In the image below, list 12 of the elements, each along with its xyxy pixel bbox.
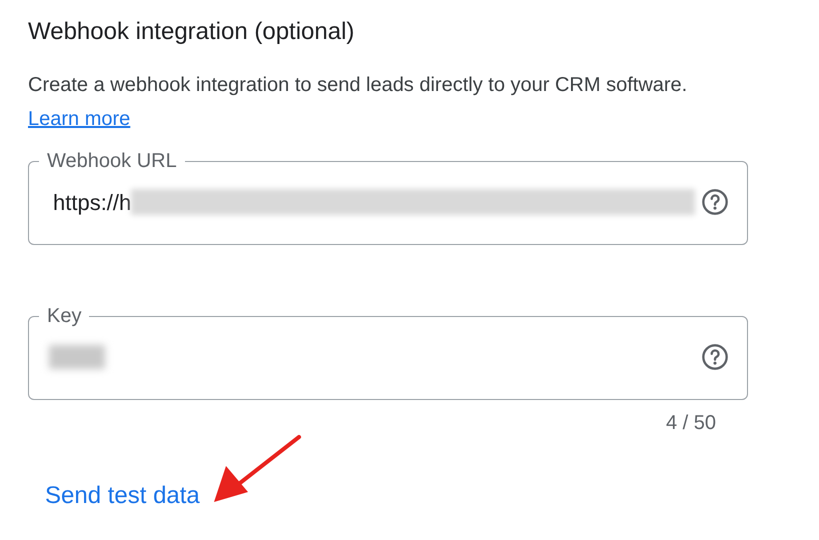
description: Create a webhook integration to send leads directly to your CRM software. Learn more bbox=[28, 73, 688, 132]
field-label: Key bbox=[46, 305, 82, 327]
text-field[interactable]: Key bbox=[28, 305, 748, 400]
learn-more-link[interactable]: Learn more bbox=[28, 108, 130, 130]
help-icon[interactable] bbox=[701, 343, 729, 371]
text-field[interactable]: Webhook URL https://h bbox=[28, 150, 748, 245]
field-label: Webhook URL bbox=[46, 150, 178, 172]
section-title: Webhook integration (optional) bbox=[28, 17, 356, 47]
field-value: https://h bbox=[53, 188, 132, 217]
help-icon[interactable] bbox=[701, 188, 729, 216]
character-counter: 4 / 50 bbox=[666, 411, 716, 436]
send-test-data-link[interactable]: Send test data bbox=[45, 482, 200, 509]
